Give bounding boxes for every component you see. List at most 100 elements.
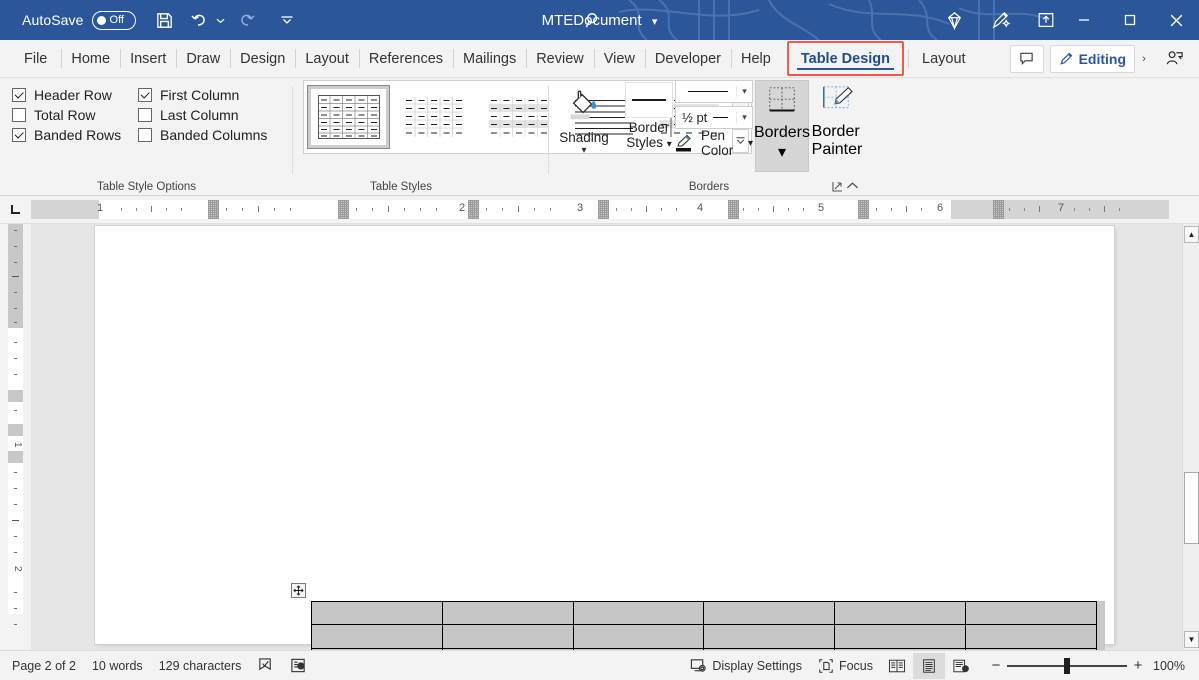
line-weight-chevron-down-icon[interactable]: ▾ [736,112,752,123]
table-cell[interactable] [573,648,704,650]
checkbox-banded-columns[interactable]: Banded Columns [138,127,288,143]
tab-help[interactable]: Help [731,40,781,77]
read-mode-view-button[interactable] [881,653,913,679]
tab-mailings[interactable]: Mailings [453,40,526,77]
table-cell[interactable] [966,602,1097,625]
table-cell[interactable] [312,625,443,648]
document-page[interactable] [95,226,1114,644]
horizontal-ruler[interactable]: 1 2 3 4 5 6 7 [0,196,1199,224]
tab-table-design[interactable]: Table Design [787,41,904,76]
tab-references[interactable]: References [359,40,453,77]
scroll-down-arrow-icon[interactable]: ▼ [1184,631,1199,648]
tab-design[interactable]: Design [230,40,295,77]
undo-icon[interactable] [184,5,214,35]
table-cell[interactable] [442,625,573,648]
line-style-dropdown[interactable]: ▾ [675,80,753,103]
table-cell[interactable] [966,625,1097,648]
ruler-column-marker[interactable] [468,200,479,219]
checkbox-header-row[interactable]: Header Row [12,87,138,103]
table-cell[interactable] [573,602,704,625]
search-icon[interactable] [578,5,608,35]
designer-pen-icon[interactable] [985,5,1015,35]
table-cell[interactable] [835,648,966,650]
save-icon[interactable] [150,5,180,35]
table-cell[interactable] [573,625,704,648]
collapse-ribbon-icon[interactable] [843,178,861,194]
accessibility-checker-icon[interactable] [282,653,315,679]
shading-button[interactable]: Shading ▾ [551,84,617,157]
page-indicator[interactable]: Page 2 of 2 [4,653,84,679]
checkbox-last-column[interactable]: Last Column [138,107,288,123]
title-chevron-down-icon[interactable]: ▾ [652,16,658,28]
table-cell[interactable] [312,648,443,650]
zoom-slider[interactable] [1007,653,1127,679]
checkbox-total-row[interactable]: Total Row [12,107,138,123]
table-cell[interactable] [442,648,573,650]
tab-review[interactable]: Review [526,40,594,77]
print-layout-view-button[interactable] [913,653,945,679]
undo-chevron-down-icon[interactable] [214,5,228,35]
ruler-column-marker[interactable] [338,200,349,219]
checkbox-first-column[interactable]: First Column [138,87,288,103]
tab-file[interactable]: File [10,40,61,77]
redo-icon[interactable] [232,5,262,35]
checkbox-banded-rows[interactable]: Banded Rows [12,127,138,143]
vertical-ruler[interactable]: 1 2 [0,224,31,650]
table-cell[interactable] [835,625,966,648]
table-style-plain-table-2-thumbnail[interactable] [477,85,560,149]
tab-table-layout[interactable]: Layout [908,40,976,77]
display-settings-button[interactable]: Display Settings [682,653,810,679]
minimize-icon[interactable] [1061,0,1107,40]
share-person-icon[interactable] [1157,44,1191,74]
table-cell[interactable] [442,602,573,625]
ribbon-display-options-icon[interactable] [1031,5,1061,35]
tab-layout[interactable]: Layout [295,40,359,77]
maximize-icon[interactable] [1107,0,1153,40]
border-styles-button[interactable]: Border Styles ▾ [625,80,673,152]
table-cell[interactable] [704,648,835,650]
pen-color-chevron-down-icon[interactable]: ▾ [748,138,753,149]
customize-quick-access-toolbar-icon[interactable] [272,5,302,35]
web-layout-view-button[interactable] [945,653,977,679]
table-cell[interactable] [704,602,835,625]
diamond-icon[interactable] [939,5,969,35]
pen-color-button[interactable]: Pen Color ▾ [675,132,753,154]
tab-insert[interactable]: Insert [120,40,176,77]
tab-home[interactable]: Home [61,40,120,77]
tab-draw[interactable]: Draw [176,40,230,77]
left-tab-stop-icon[interactable] [4,199,26,221]
table-cell[interactable] [704,625,835,648]
vertical-scrollbar[interactable]: ▲ ▼ [1182,224,1199,650]
ruler-column-marker[interactable] [858,200,869,219]
ruler-column-marker[interactable] [598,200,609,219]
autosave-control[interactable]: AutoSave Off [22,11,136,30]
document-table[interactable] [311,601,1097,650]
tab-view[interactable]: View [594,40,645,77]
borders-chevron-down-icon[interactable]: ▾ [778,142,786,162]
table-style-grid-table-thumbnail[interactable] [307,85,390,149]
zoom-out-button[interactable]: − [985,657,1007,674]
comment-icon[interactable] [1010,45,1044,73]
focus-button[interactable]: Focus [810,653,881,679]
borders-button[interactable]: Borders ▾ [755,80,809,172]
editing-overflow-chevron-icon[interactable]: › [1137,53,1151,65]
autosave-toggle[interactable]: Off [92,11,136,30]
scroll-up-arrow-icon[interactable]: ▲ [1184,226,1199,243]
scroll-thumb[interactable] [1184,472,1199,544]
word-count[interactable]: 10 words [84,653,151,679]
table-row[interactable] [312,602,1097,625]
close-icon[interactable] [1153,0,1199,40]
page-canvas[interactable] [31,224,1182,650]
border-styles-chevron-down-icon[interactable]: ▾ [667,139,672,150]
border-painter-button[interactable]: Border Painter [809,80,865,172]
line-weight-dropdown[interactable]: ½ pt ▾ [675,106,753,129]
zoom-slider-knob[interactable] [1064,658,1070,674]
ruler-column-marker[interactable] [993,200,1004,219]
table-style-plain-table-1-thumbnail[interactable] [392,85,475,149]
line-style-chevron-down-icon[interactable]: ▾ [736,86,752,97]
character-count[interactable]: 129 characters [151,653,250,679]
table-cell[interactable] [835,602,966,625]
editing-mode-button[interactable]: Editing [1050,45,1135,73]
table-move-handle-icon[interactable] [291,583,306,598]
ruler-column-marker[interactable] [728,200,739,219]
